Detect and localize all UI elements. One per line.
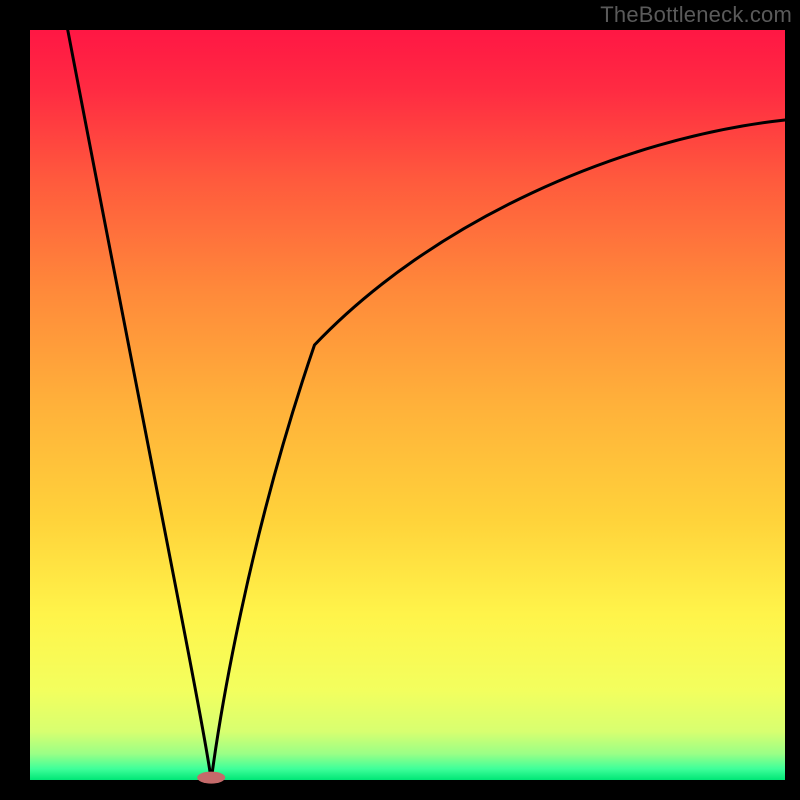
watermark-text: TheBottleneck.com xyxy=(600,2,792,28)
vertex-marker xyxy=(197,772,225,784)
chart-canvas xyxy=(0,0,800,800)
chart-frame: TheBottleneck.com xyxy=(0,0,800,800)
